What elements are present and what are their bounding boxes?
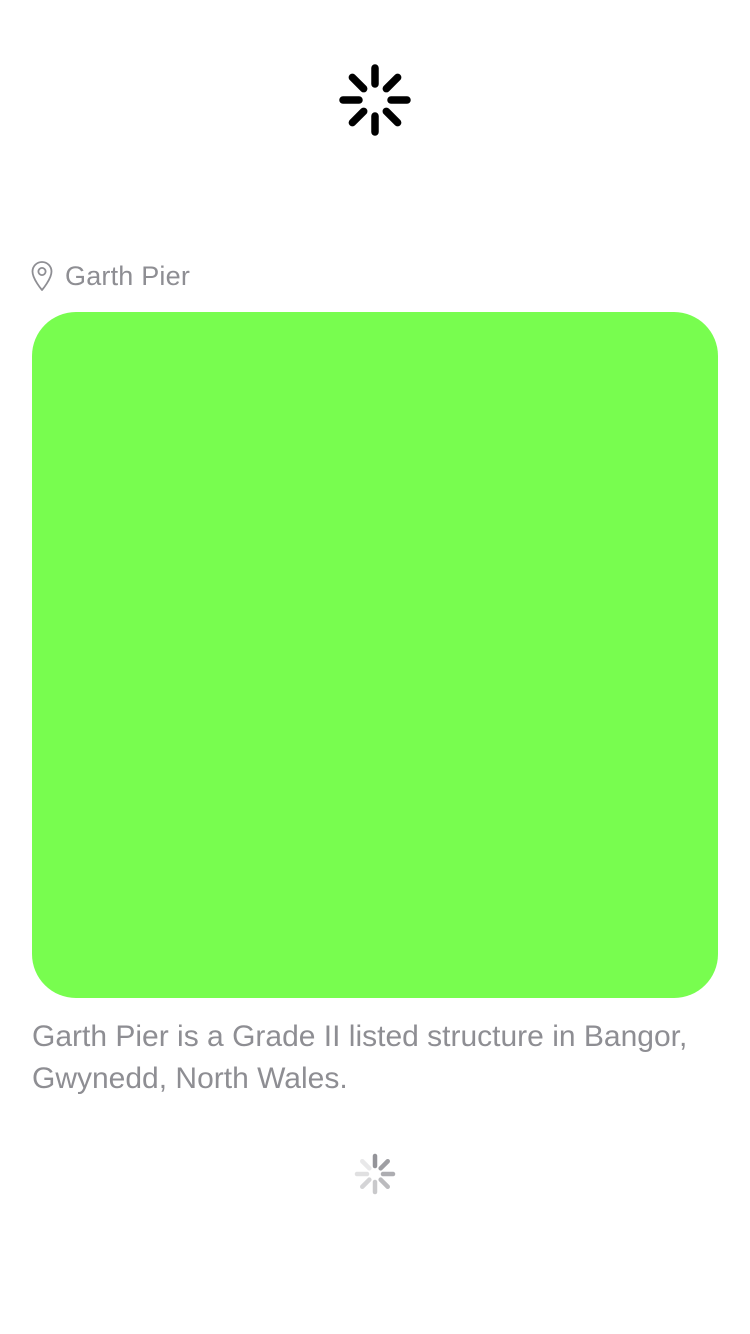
- map-pin-icon: [31, 261, 53, 291]
- media-image[interactable]: [32, 312, 718, 998]
- description-text: Garth Pier is a Grade II listed structur…: [32, 1020, 688, 1095]
- location-row[interactable]: Garth Pier: [30, 258, 190, 294]
- loading-spinner-icon: [339, 64, 411, 136]
- loading-more-spinner-icon: [354, 1153, 396, 1195]
- location-label: Garth Pier: [65, 261, 191, 291]
